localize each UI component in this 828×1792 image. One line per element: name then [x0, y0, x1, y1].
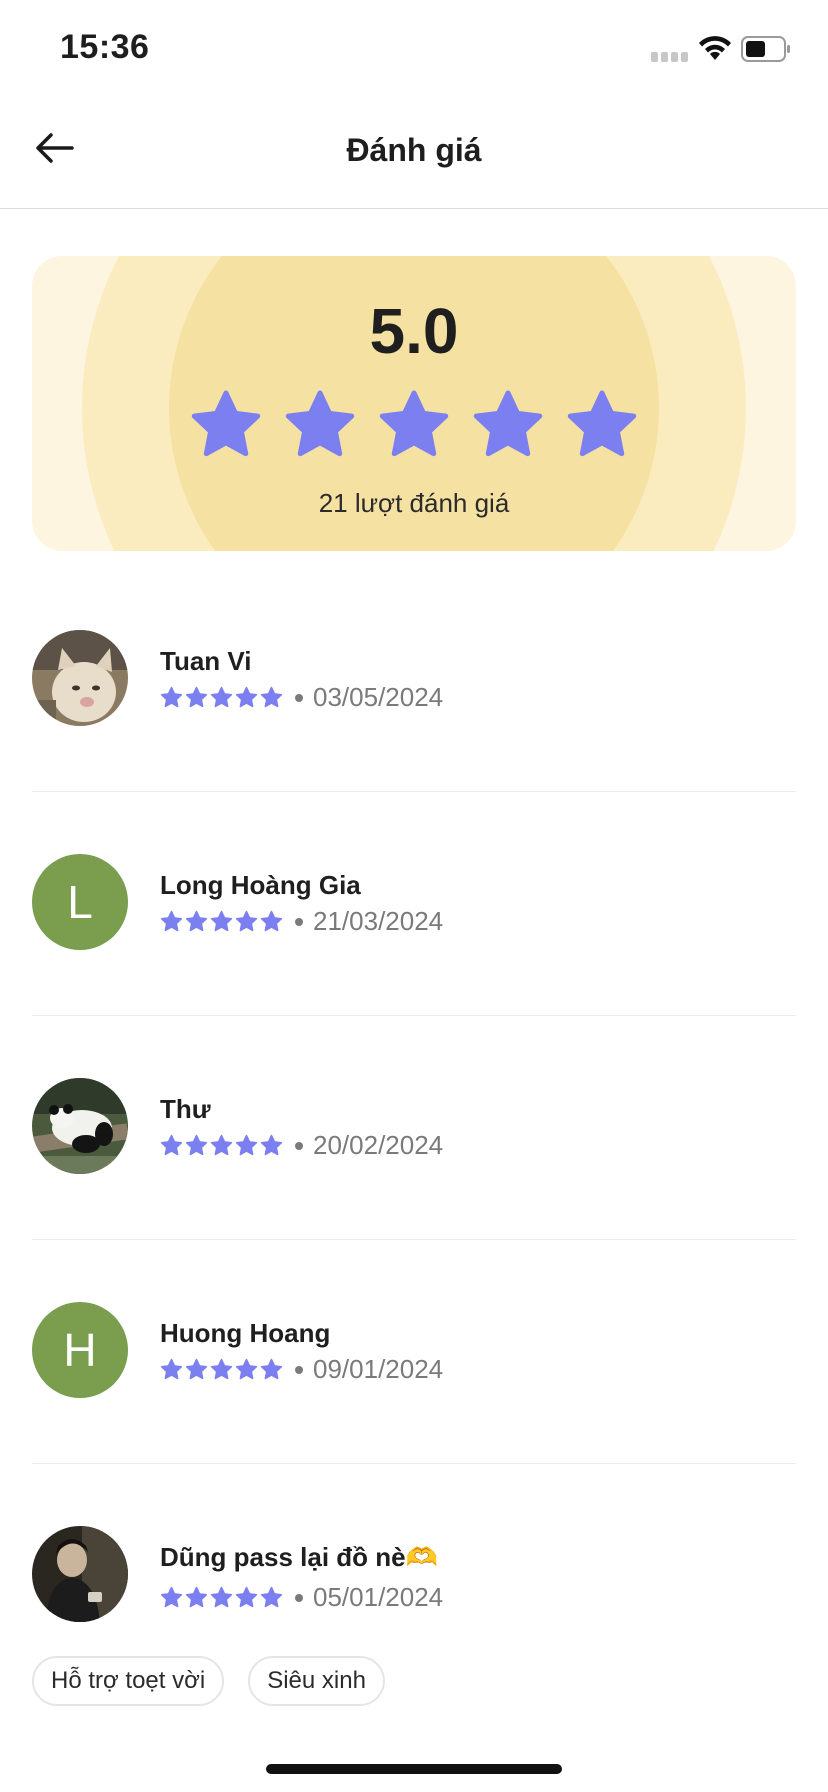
reviews-screen: 15:36 Đánh giá 5.0 21 lượt đánh giá Tuan… [0, 0, 828, 1792]
review-meta: 05/01/2024 [160, 1582, 443, 1613]
status-bar: 15:36 [0, 0, 828, 100]
separator-dot [295, 1365, 303, 1374]
average-rating-stars [32, 388, 796, 462]
star-icon [160, 910, 183, 932]
review-tags: Hỗ trợ toẹt vời Siêu xinh [32, 1656, 385, 1706]
review-meta: 03/05/2024 [160, 682, 443, 713]
review-stars [160, 1586, 283, 1609]
reviewer-name: Tuan Vi [160, 646, 252, 676]
divider [32, 791, 796, 792]
reviewer-avatar[interactable]: H [32, 1302, 128, 1398]
star-icon [473, 390, 543, 457]
reviewer-name: Dũng pass lại đồ nè🫶 [160, 1542, 438, 1572]
star-icon [185, 686, 208, 708]
review-date: 05/01/2024 [313, 1582, 444, 1612]
star-icon [185, 1134, 208, 1156]
divider [32, 1015, 796, 1016]
page-title: Đánh giá [346, 132, 482, 168]
reviewer-name: Long Hoàng Gia [160, 870, 361, 900]
reviewer-avatar[interactable] [32, 1078, 128, 1174]
reviewer-name: Thư [160, 1094, 211, 1124]
rating-summary-card: 5.0 21 lượt đánh giá [32, 256, 796, 551]
separator-dot [295, 917, 303, 926]
rating-count: 21 lượt đánh giá [318, 488, 510, 518]
review-meta: 20/02/2024 [160, 1130, 443, 1161]
divider [32, 1463, 796, 1464]
review-tag[interactable]: Siêu xinh [248, 1656, 385, 1706]
review-meta: 09/01/2024 [160, 1354, 443, 1385]
star-icon [210, 1358, 233, 1380]
separator-dot [295, 1141, 303, 1150]
star-icon [235, 910, 258, 932]
reviewer-avatar[interactable] [32, 1526, 128, 1622]
star-icon [260, 1358, 283, 1380]
star-icon [160, 1586, 183, 1608]
star-icon [160, 686, 183, 708]
star-icon [185, 1586, 208, 1608]
separator-dot [295, 693, 303, 702]
star-icon [260, 1586, 283, 1608]
star-icon [191, 390, 261, 457]
star-icon [210, 1134, 233, 1156]
star-icon [210, 1586, 233, 1608]
star-icon [260, 1134, 283, 1156]
panda-photo-icon [32, 1078, 128, 1174]
home-indicator [266, 1764, 562, 1774]
review-stars [160, 686, 283, 709]
review-stars [160, 910, 283, 933]
star-icon [260, 910, 283, 932]
reviewer-avatar[interactable]: L [32, 854, 128, 950]
reviewer-name: Huong Hoang [160, 1318, 331, 1348]
wifi-icon [699, 36, 731, 60]
review-tag[interactable]: Hỗ trợ toẹt vời [32, 1656, 225, 1706]
review-stars [160, 1134, 283, 1157]
star-icon [185, 910, 208, 932]
review-date: 03/05/2024 [313, 682, 444, 712]
divider [32, 1239, 796, 1240]
separator-dot [295, 1593, 303, 1602]
reviewer-avatar[interactable] [32, 630, 128, 726]
star-icon [160, 1134, 183, 1156]
person-photo-icon [32, 1526, 128, 1622]
star-icon [235, 1358, 258, 1380]
review-date: 21/03/2024 [313, 906, 444, 936]
status-time: 15:36 [60, 28, 150, 66]
star-icon [210, 686, 233, 708]
battery-icon [741, 36, 790, 62]
cellular-signal-icon [651, 50, 691, 62]
review-date: 09/01/2024 [313, 1354, 444, 1384]
star-icon [567, 390, 637, 457]
star-icon [235, 1134, 258, 1156]
star-icon [235, 1586, 258, 1608]
average-rating-score: 5.0 [369, 295, 459, 367]
star-icon [235, 686, 258, 708]
review-stars [160, 1358, 283, 1381]
review-meta: 21/03/2024 [160, 906, 443, 937]
header: Đánh giá [0, 100, 828, 209]
star-icon [210, 910, 233, 932]
cat-photo-icon [32, 630, 128, 726]
star-icon [160, 1358, 183, 1380]
review-date: 20/02/2024 [313, 1130, 444, 1160]
star-icon [185, 1358, 208, 1380]
star-icon [285, 390, 355, 457]
star-icon [379, 390, 449, 457]
star-icon [260, 686, 283, 708]
